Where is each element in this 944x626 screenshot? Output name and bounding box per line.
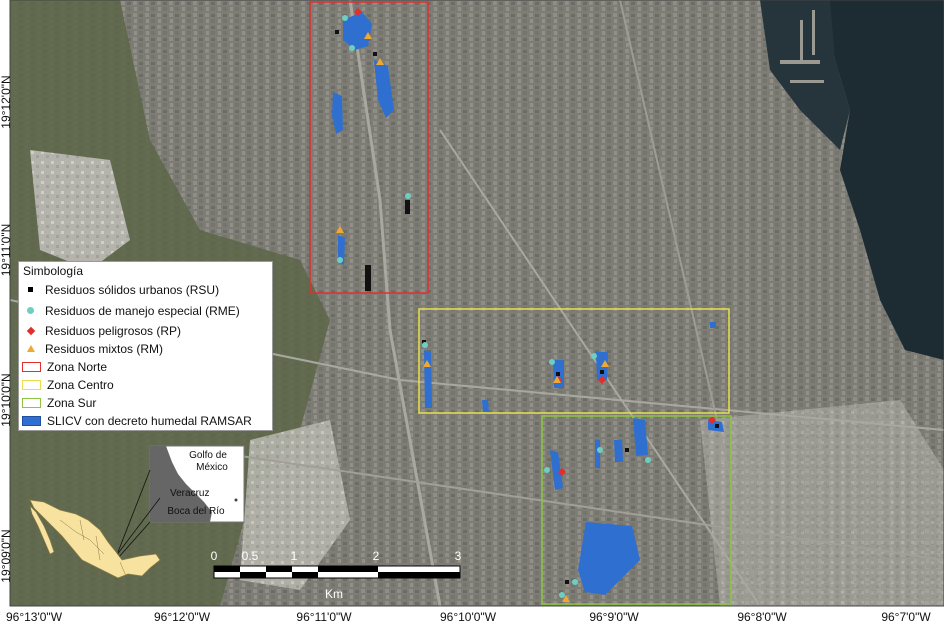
legend-item-zona-centro: Zona Centro — [22, 376, 114, 393]
scale-tick-label: 0 — [211, 549, 218, 563]
legend-item-label: Zona Centro — [47, 377, 114, 392]
red-diamond-icon — [22, 324, 39, 338]
legend-item-label: Residuos peligrosos (RP) — [45, 323, 182, 338]
x-tick-label: 96°7'0"W — [881, 610, 931, 624]
legend-item-rsu: Residuos sólidos urbanos (RSU) — [22, 281, 219, 298]
scale-tick-label: 2 — [373, 549, 380, 563]
scale-tick-label: 1 — [291, 549, 298, 563]
legend-item-label: Zona Norte — [47, 359, 108, 374]
teal-circle-icon — [22, 304, 39, 318]
x-tick-label: 96°11'0"W — [296, 610, 352, 624]
black-square-icon — [22, 283, 39, 297]
x-tick-label: 96°13'0"W — [6, 610, 63, 624]
legend-item-label: Residuos mixtos (RM) — [45, 341, 164, 356]
blue-box-icon — [22, 415, 41, 426]
legend-item-rme: Residuos de manejo especial (RME) — [22, 302, 240, 319]
y-tick-label: 19°12'0"N — [0, 75, 13, 128]
x-tick-label: 96°10'0"W — [440, 610, 497, 624]
legend-item-rm: Residuos mixtos (RM) — [22, 340, 163, 357]
legend-item-rp: Residuos peligrosos (RP) — [22, 322, 181, 339]
scale-tick-label: 0.5 — [242, 549, 259, 563]
x-tick-label: 96°8'0"W — [737, 610, 787, 624]
legend-item-zona-sur: Zona Sur — [22, 394, 96, 411]
y-tick-label: 19°10'0"N — [0, 373, 13, 426]
gulf-label: Golfo de — [189, 450, 227, 461]
legend-title: Simbología — [23, 264, 84, 278]
scale-tick-label: 3 — [455, 549, 462, 563]
orange-triangle-icon — [22, 342, 39, 356]
legend-item-label: Residuos de manejo especial (RME) — [45, 303, 240, 318]
y-tick-label: 19°09'0"N — [0, 529, 13, 582]
y-tick-label: 19°11'0"N — [0, 224, 13, 277]
red-box-icon — [22, 361, 41, 372]
scale-unit-label: Km — [325, 587, 343, 601]
green-box-icon — [22, 397, 41, 408]
legend-item-zona-norte: Zona Norte — [22, 358, 107, 375]
legend-item-ramsar: SLICV con decreto humedal RAMSAR — [22, 412, 252, 429]
legend-item-label: Residuos sólidos urbanos (RSU) — [45, 282, 220, 297]
yellow-box-icon — [22, 379, 41, 390]
legend: Simbología Residuos sólidos urbanos (RSU… — [18, 261, 273, 431]
legend-item-label: Zona Sur — [47, 395, 97, 410]
legend-item-label: SLICV con decreto humedal RAMSAR — [47, 413, 252, 428]
x-tick-label: 96°9'0"W — [589, 610, 639, 624]
city-label-boca-del-rio: Boca del Río — [167, 506, 225, 517]
city-label-veracruz: Veracruz — [170, 488, 209, 499]
gulf-label: México — [196, 462, 228, 473]
x-tick-label: 96°12'0"W — [154, 610, 211, 624]
